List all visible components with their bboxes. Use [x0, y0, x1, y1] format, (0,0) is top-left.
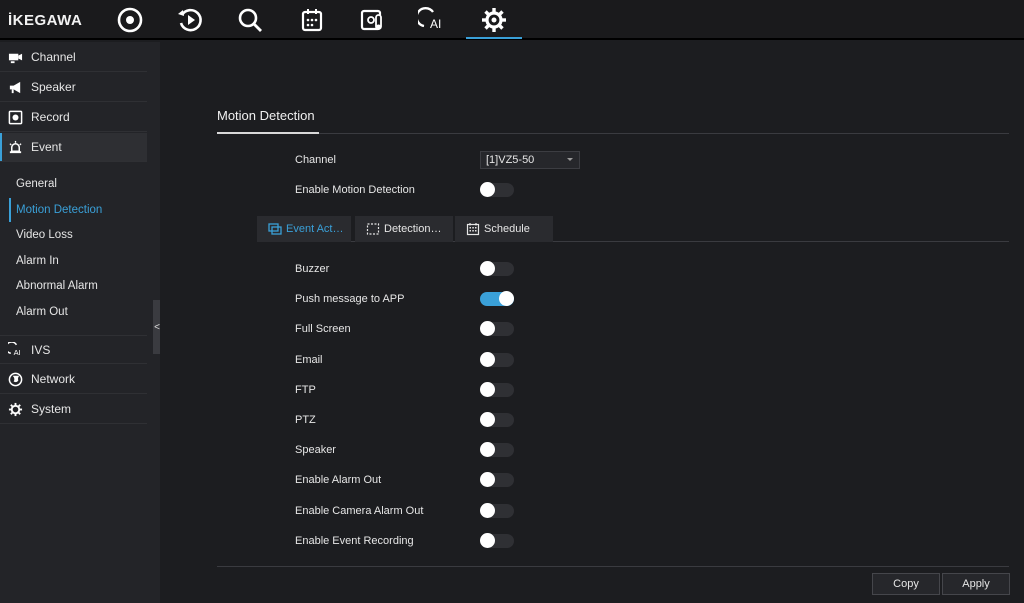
globe-icon — [7, 371, 23, 387]
top-bar: İKEGAWA AI — [0, 0, 1024, 40]
sidebar-item-channel[interactable]: Channel — [0, 43, 147, 72]
sidebar-item-system[interactable]: System — [0, 395, 147, 424]
tab-event-action[interactable]: Event Act… — [257, 216, 351, 242]
option-label: Push message to APP — [295, 293, 405, 305]
option-toggle[interactable] — [480, 412, 514, 427]
channel-label: Channel — [295, 154, 336, 166]
option-toggle[interactable] — [480, 472, 514, 487]
option-toggle[interactable] — [480, 352, 514, 367]
alarm-icon — [7, 139, 23, 155]
sidebar: Channel Speaker Record Event General Mot… — [0, 42, 161, 603]
toggle-knob — [480, 412, 495, 427]
option-label: Speaker — [295, 444, 336, 456]
option-label: Buzzer — [295, 263, 330, 275]
sidebar-sub-motion-detection[interactable]: Motion Detection — [0, 198, 147, 222]
toggle-knob — [480, 352, 495, 367]
toggle-knob — [480, 182, 495, 197]
toggle-knob — [499, 291, 514, 306]
option-label: PTZ — [295, 414, 316, 426]
toggle-knob — [480, 321, 495, 336]
channel-select[interactable]: [1]VZ5-50 — [480, 151, 580, 169]
event-action-icon — [268, 223, 282, 235]
detection-area-icon — [366, 223, 380, 235]
tab-label: Detection… — [384, 223, 442, 235]
option-label: Enable Event Recording — [295, 535, 414, 547]
megaphone-icon — [7, 79, 23, 95]
sidebar-item-label: Channel — [31, 50, 76, 64]
tab-label: Event Act… — [286, 223, 344, 235]
sidebar-item-event[interactable]: Event — [0, 133, 147, 162]
thermal-icon[interactable] — [354, 4, 390, 36]
camera-icon — [7, 49, 23, 65]
svg-text:AI: AI — [13, 348, 20, 357]
option-toggle[interactable] — [480, 382, 514, 397]
option-toggle[interactable] — [480, 533, 514, 548]
option-toggle[interactable] — [480, 503, 514, 518]
search-icon[interactable] — [232, 4, 268, 36]
sidebar-sub-general[interactable]: General — [0, 172, 147, 196]
gear-icon — [7, 401, 23, 417]
toggle-knob — [480, 503, 495, 518]
sidebar-item-label: Network — [31, 372, 76, 386]
footer-divider — [217, 566, 1009, 567]
enable-motion-detection-label: Enable Motion Detection — [295, 184, 415, 196]
sidebar-sub-video-loss[interactable]: Video Loss — [0, 223, 147, 247]
tab-bar: Event Act… Detection… Schedule — [257, 216, 1009, 242]
option-toggle[interactable] — [480, 442, 514, 457]
apply-button[interactable]: Apply — [942, 573, 1010, 595]
section-title-underline — [217, 132, 319, 134]
toggle-knob — [480, 442, 495, 457]
option-toggle[interactable] — [480, 321, 514, 336]
settings-icon[interactable] — [466, 4, 522, 39]
record-icon — [7, 109, 23, 125]
sidebar-item-label: Record — [31, 110, 70, 124]
option-toggle[interactable] — [480, 261, 514, 276]
chevron-down-icon — [567, 158, 573, 161]
option-label: Email — [295, 354, 323, 366]
sidebar-item-ivs[interactable]: AI IVS — [0, 335, 147, 364]
sidebar-item-speaker[interactable]: Speaker — [0, 73, 147, 102]
option-label: FTP — [295, 384, 316, 396]
svg-text:AI: AI — [430, 17, 441, 31]
section-divider — [217, 133, 1009, 134]
option-label: Enable Alarm Out — [295, 474, 382, 486]
toggle-knob — [480, 382, 495, 397]
channel-select-value: [1]VZ5-50 — [486, 154, 535, 166]
sidebar-item-label: System — [31, 402, 72, 416]
sidebar-item-record[interactable]: Record — [0, 103, 147, 132]
sidebar-item-network[interactable]: Network — [0, 365, 147, 394]
sidebar-item-label: IVS — [31, 342, 51, 357]
option-label: Enable Camera Alarm Out — [295, 505, 424, 517]
sidebar-sub-abnormal-alarm[interactable]: Abnormal Alarm — [0, 274, 147, 298]
option-toggle[interactable] — [480, 291, 514, 306]
sidebar-sub-alarm-in[interactable]: Alarm In — [0, 249, 147, 273]
tab-schedule[interactable]: Schedule — [455, 216, 553, 242]
toggle-knob — [480, 472, 495, 487]
page-title: Motion Detection — [217, 108, 315, 123]
option-label: Full Screen — [295, 323, 351, 335]
live-view-icon[interactable] — [112, 4, 148, 36]
calendar-icon[interactable] — [294, 4, 330, 36]
toggle-knob — [480, 261, 495, 276]
ai-icon: AI — [7, 342, 23, 358]
brand-logo: İKEGAWA — [8, 12, 83, 29]
sidebar-sub-alarm-out[interactable]: Alarm Out — [0, 300, 147, 324]
sidebar-item-label: Speaker — [31, 80, 76, 94]
ai-icon[interactable]: AI — [414, 4, 450, 36]
tab-label: Schedule — [484, 223, 530, 235]
enable-motion-detection-toggle[interactable] — [480, 182, 514, 197]
toggle-knob — [480, 533, 495, 548]
schedule-icon — [466, 223, 480, 236]
copy-button[interactable]: Copy — [872, 573, 940, 595]
playback-icon[interactable] — [172, 4, 208, 36]
sidebar-item-label: Event — [31, 140, 62, 154]
main-panel: Motion Detection Channel [1]VZ5-50 Enabl… — [160, 42, 1024, 603]
tab-detection-area[interactable]: Detection… — [355, 216, 453, 242]
